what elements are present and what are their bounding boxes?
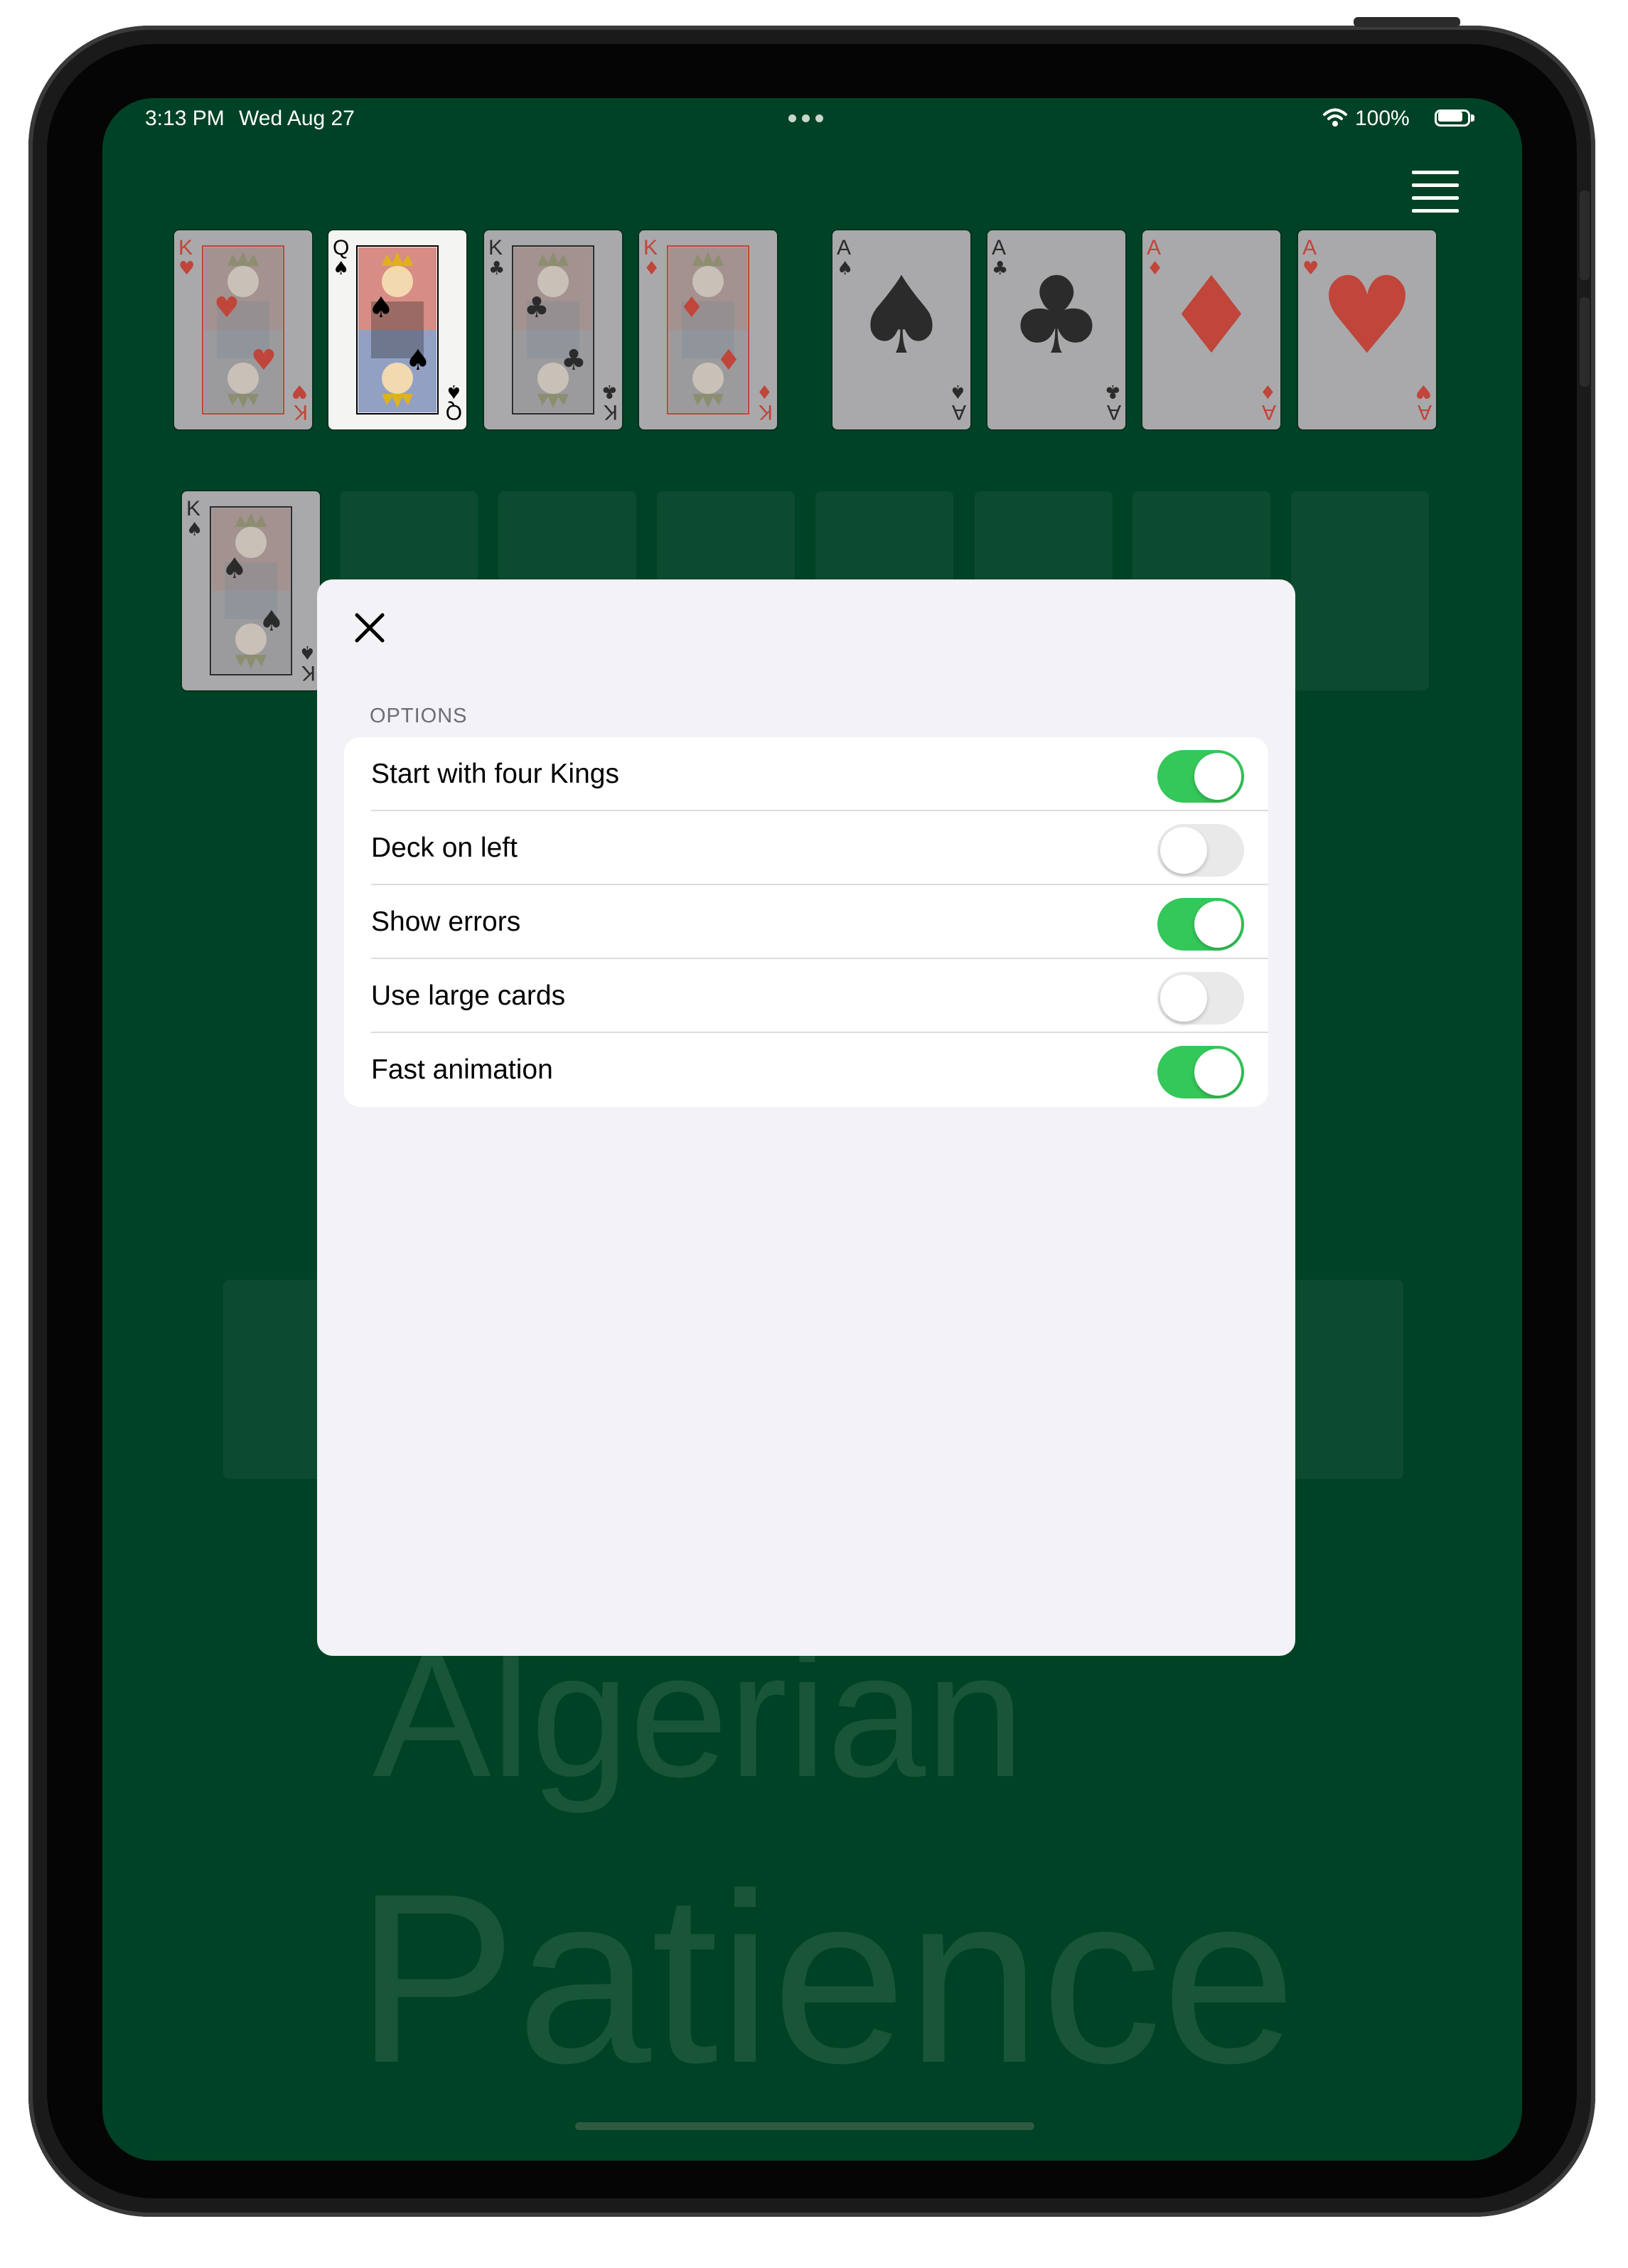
options-section-header: OPTIONS bbox=[370, 705, 468, 727]
svg-text:A: A bbox=[992, 236, 1006, 260]
show-errors-toggle[interactable] bbox=[1157, 898, 1244, 951]
foundation-card-1[interactable]: A ♣ A ♣ ♣ bbox=[987, 230, 1125, 429]
four-kings-toggle[interactable] bbox=[1157, 750, 1244, 803]
svg-text:K: K bbox=[604, 400, 618, 424]
option-row-large-cards: Use large cards bbox=[344, 959, 1268, 1033]
svg-text:♥: ♥ bbox=[178, 258, 195, 279]
option-label: Deck on left bbox=[371, 833, 518, 863]
svg-text:A: A bbox=[952, 400, 966, 424]
svg-text:♥: ♥ bbox=[1319, 255, 1415, 378]
option-label: Start with four Kings bbox=[371, 759, 619, 789]
svg-text:♠: ♠ bbox=[299, 641, 316, 663]
options-modal: OPTIONS Start with four Kings Deck on le… bbox=[317, 579, 1295, 1656]
svg-text:♣: ♣ bbox=[488, 258, 505, 279]
svg-text:Q: Q bbox=[333, 236, 349, 260]
svg-text:♠: ♠ bbox=[405, 344, 431, 377]
svg-text:♠: ♠ bbox=[222, 552, 247, 585]
foundation-card-0[interactable]: A ♠ A ♠ ♠ bbox=[832, 230, 970, 429]
svg-text:♦: ♦ bbox=[1260, 380, 1276, 402]
svg-text:♥: ♥ bbox=[1415, 380, 1432, 402]
svg-text:♣: ♣ bbox=[601, 380, 618, 402]
option-row-show-errors: Show errors bbox=[344, 885, 1268, 959]
toggle-knob bbox=[1194, 753, 1241, 800]
home-indicator[interactable] bbox=[575, 2122, 1034, 2130]
battery-icon bbox=[1435, 108, 1477, 128]
svg-text:♦: ♦ bbox=[1147, 258, 1163, 279]
svg-text:♠: ♠ bbox=[186, 519, 203, 540]
option-label: Fast animation bbox=[371, 1054, 553, 1085]
options-list: Start with four Kings Deck on left Show … bbox=[344, 737, 1268, 1107]
close-icon[interactable] bbox=[354, 612, 385, 643]
option-row-four-kings: Start with four Kings bbox=[344, 737, 1268, 811]
svg-text:K: K bbox=[186, 497, 200, 520]
multitasking-dots[interactable] bbox=[787, 114, 830, 124]
status-time: 3:13 PM bbox=[145, 107, 225, 130]
option-label: Show errors bbox=[371, 906, 521, 937]
svg-text:♥: ♥ bbox=[214, 291, 240, 324]
fast-animation-toggle[interactable] bbox=[1157, 1046, 1244, 1098]
dot-icon bbox=[788, 114, 796, 122]
svg-text:K: K bbox=[301, 661, 316, 685]
top-card-Q-1[interactable]: Q ♠ Q ♠ ♠ ♠ bbox=[328, 230, 466, 429]
svg-text:A: A bbox=[1262, 400, 1276, 424]
top-card-K-3[interactable]: K ♦ K ♦ ♦ ♦ bbox=[639, 230, 777, 429]
top-card-K-0[interactable]: K ♥ K ♥ ♥ ♥ bbox=[174, 230, 312, 429]
toggle-knob bbox=[1160, 827, 1207, 874]
svg-text:A: A bbox=[837, 236, 851, 260]
volume-down-button bbox=[1580, 297, 1590, 387]
option-row-deck-left: Deck on left bbox=[344, 811, 1268, 885]
svg-text:K: K bbox=[178, 236, 193, 260]
volume-up-button bbox=[1580, 191, 1590, 280]
deck-on-left-toggle[interactable] bbox=[1157, 824, 1244, 877]
svg-text:♥: ♥ bbox=[251, 344, 277, 377]
svg-text:K: K bbox=[294, 400, 308, 424]
toggle-knob bbox=[1194, 901, 1241, 948]
svg-text:♠: ♠ bbox=[259, 605, 284, 638]
option-label: Use large cards bbox=[371, 980, 566, 1011]
svg-text:A: A bbox=[1147, 236, 1161, 260]
svg-text:♦: ♦ bbox=[756, 380, 773, 402]
toggle-knob bbox=[1194, 1049, 1241, 1096]
svg-text:K: K bbox=[643, 236, 658, 260]
svg-text:♣: ♣ bbox=[524, 291, 550, 324]
svg-text:♠: ♠ bbox=[446, 380, 462, 402]
svg-text:♣: ♣ bbox=[561, 344, 587, 377]
status-date: Wed Aug 27 bbox=[239, 107, 355, 130]
svg-text:♣: ♣ bbox=[1009, 255, 1104, 378]
svg-text:♣: ♣ bbox=[992, 258, 1008, 279]
svg-text:♠: ♠ bbox=[368, 291, 394, 324]
svg-text:♠: ♠ bbox=[950, 380, 966, 402]
svg-text:Q: Q bbox=[446, 400, 462, 424]
svg-text:♦: ♦ bbox=[1164, 255, 1259, 378]
svg-text:K: K bbox=[759, 400, 773, 424]
svg-text:A: A bbox=[1418, 400, 1432, 424]
battery-percent: 100% bbox=[1355, 107, 1410, 130]
svg-text:♥: ♥ bbox=[291, 380, 308, 402]
svg-text:♠: ♠ bbox=[854, 255, 949, 378]
dot-icon bbox=[815, 114, 823, 122]
large-cards-toggle[interactable] bbox=[1157, 972, 1244, 1025]
tableau-card-king-spades[interactable]: K ♠ K ♠ ♠ ♠ bbox=[182, 491, 320, 690]
hamburger-menu-icon[interactable] bbox=[1412, 171, 1459, 213]
background-title-line2: Patience bbox=[355, 1844, 1297, 2114]
svg-text:♦: ♦ bbox=[643, 258, 660, 279]
svg-text:A: A bbox=[1302, 236, 1317, 260]
svg-text:♦: ♦ bbox=[716, 344, 741, 377]
wifi-icon bbox=[1322, 107, 1348, 128]
option-row-fast-animation: Fast animation bbox=[344, 1033, 1268, 1107]
top-card-K-2[interactable]: K ♣ K ♣ ♣ ♣ bbox=[484, 230, 622, 429]
svg-text:♥: ♥ bbox=[1302, 258, 1319, 279]
foundation-card-3[interactable]: A ♥ A ♥ ♥ bbox=[1298, 230, 1436, 429]
svg-text:♠: ♠ bbox=[333, 258, 349, 279]
top-button bbox=[1354, 17, 1460, 27]
svg-text:A: A bbox=[1107, 400, 1121, 424]
tableau-slot[interactable] bbox=[1291, 491, 1429, 690]
foundation-card-2[interactable]: A ♦ A ♦ ♦ bbox=[1142, 230, 1280, 429]
toggle-knob bbox=[1160, 975, 1207, 1022]
svg-text:♦: ♦ bbox=[679, 291, 705, 324]
svg-text:♠: ♠ bbox=[837, 258, 853, 279]
dot-icon bbox=[802, 114, 810, 122]
svg-text:♣: ♣ bbox=[1105, 380, 1121, 402]
svg-text:K: K bbox=[488, 236, 503, 260]
